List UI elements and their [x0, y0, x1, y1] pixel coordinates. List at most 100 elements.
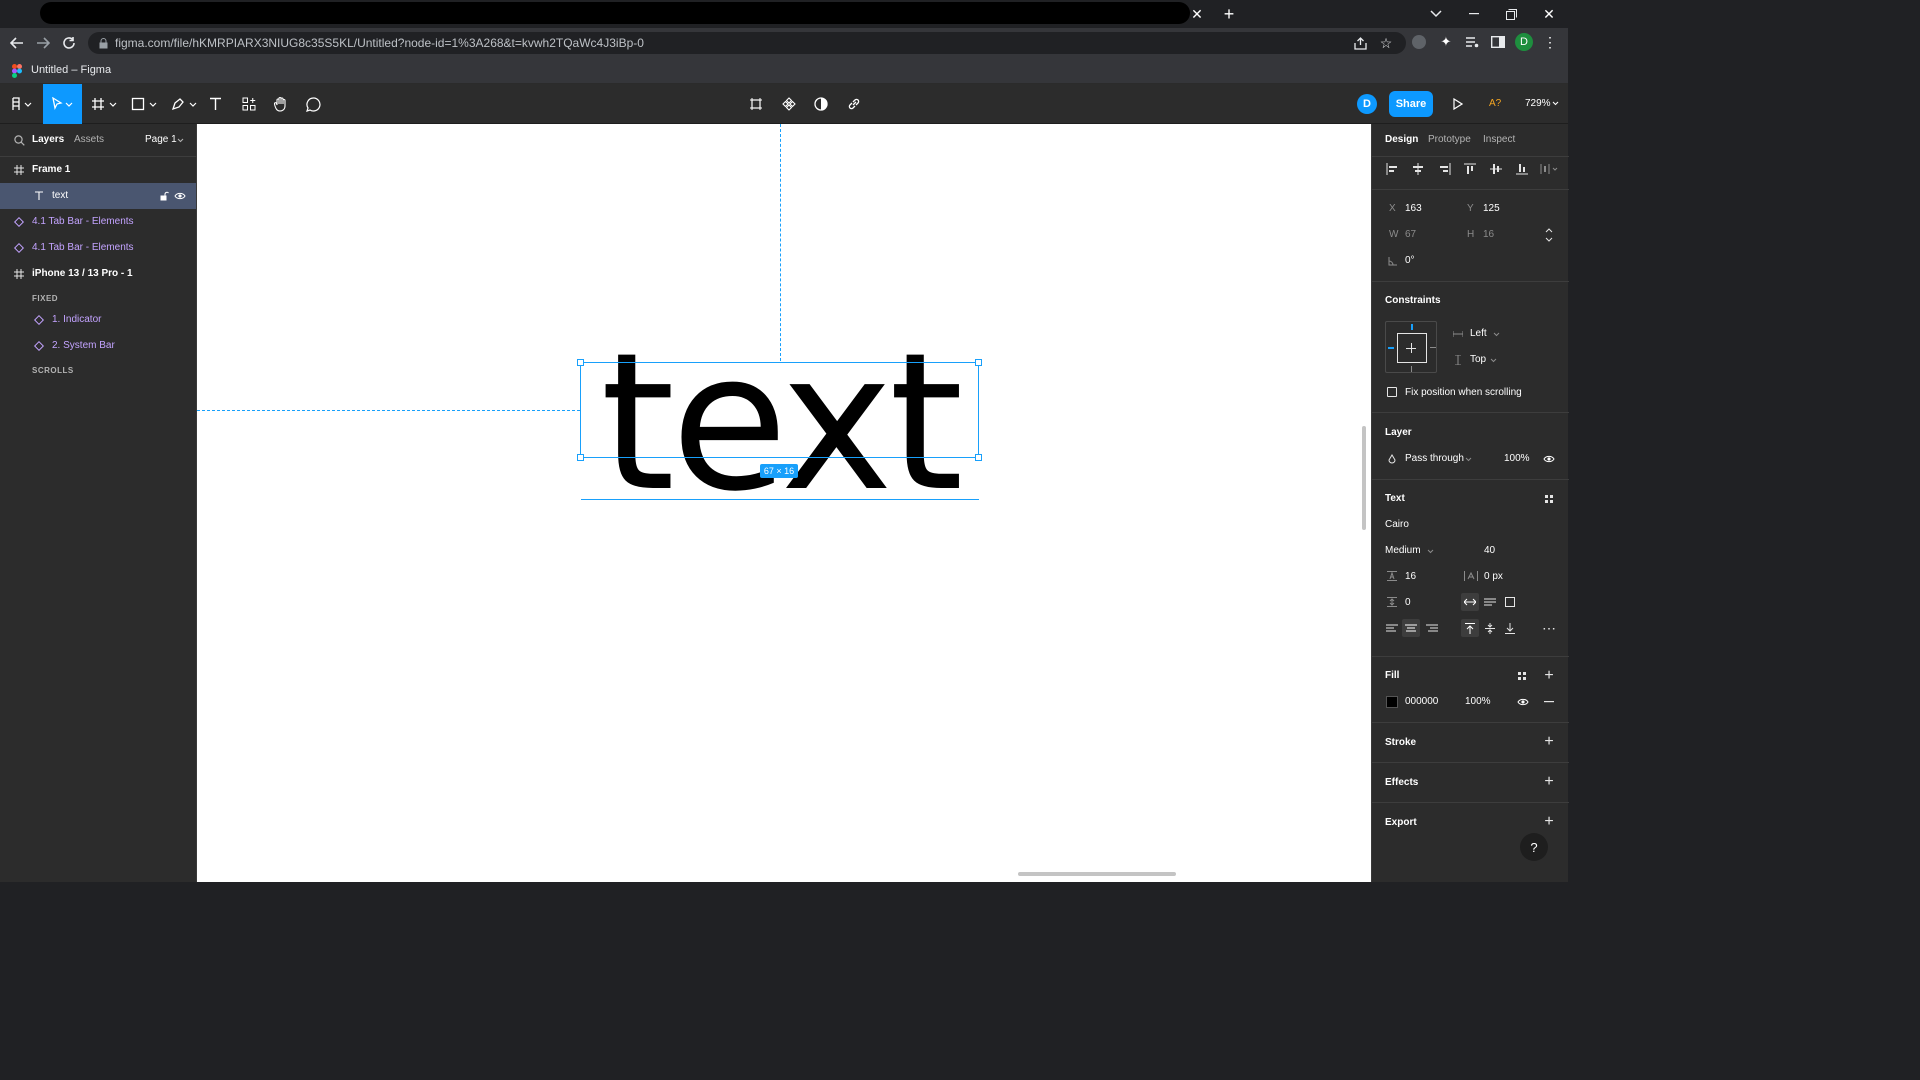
profile-avatar[interactable]: D: [1515, 33, 1533, 51]
constraint-right[interactable]: [1430, 347, 1436, 348]
fill-visibility-eye-icon[interactable]: [1516, 696, 1530, 708]
tab-design[interactable]: Design: [1385, 133, 1418, 147]
add-export-icon[interactable]: +: [1542, 813, 1556, 830]
align-center-horizontal-icon[interactable]: [1411, 162, 1425, 176]
new-tab-icon[interactable]: +: [1220, 4, 1238, 24]
vertical-align-middle-icon[interactable]: [1483, 622, 1497, 634]
align-right-icon[interactable]: [1438, 162, 1452, 176]
crop-icon[interactable]: [747, 94, 765, 114]
url-field[interactable]: figma.com/file/hKMRPIARX3NIUG8c35S5KL/Un…: [88, 32, 1406, 54]
fill-color-swatch[interactable]: [1386, 696, 1398, 708]
search-icon[interactable]: [13, 134, 25, 146]
frame-tool-icon[interactable]: [90, 94, 118, 114]
layer-row-tab-bar-2[interactable]: 4.1 Tab Bar - Elements: [0, 236, 196, 260]
restore-icon[interactable]: [1503, 6, 1519, 22]
back-icon[interactable]: [8, 34, 26, 52]
align-top-icon[interactable]: [1463, 162, 1477, 176]
side-panel-icon[interactable]: [1490, 34, 1506, 50]
tab-layers[interactable]: Layers: [32, 133, 64, 147]
line-height-input[interactable]: 16: [1405, 570, 1416, 584]
forward-icon[interactable]: [34, 34, 52, 52]
chevron-down-icon[interactable]: [1489, 357, 1497, 363]
missing-font-warning[interactable]: A?: [1489, 97, 1501, 111]
fill-hex-input[interactable]: 000000: [1405, 695, 1438, 709]
close-window-icon[interactable]: ✕: [1540, 5, 1558, 23]
vertical-align-top-button[interactable]: [1461, 619, 1479, 637]
more-options-icon[interactable]: ⋯: [1540, 620, 1558, 636]
x-input[interactable]: 163: [1405, 202, 1422, 216]
move-tool-button[interactable]: [43, 84, 82, 124]
tab-prototype[interactable]: Prototype: [1428, 133, 1471, 147]
w-input[interactable]: 67: [1405, 228, 1416, 242]
constraints-widget[interactable]: [1385, 321, 1437, 373]
chevron-down-icon[interactable]: [1464, 456, 1472, 462]
hand-tool-icon[interactable]: [272, 94, 290, 114]
puzzle-icon[interactable]: ✦: [1438, 34, 1454, 50]
layer-row-iphone-frame[interactable]: iPhone 13 / 13 Pro - 1: [0, 262, 196, 286]
page-chevron-icon[interactable]: [176, 137, 184, 143]
h-input[interactable]: 16: [1483, 228, 1494, 242]
rotation-input[interactable]: 0°: [1405, 254, 1415, 268]
reload-icon[interactable]: [60, 34, 78, 52]
fixed-size-icon[interactable]: [1503, 596, 1517, 608]
add-stroke-icon[interactable]: +: [1542, 733, 1556, 750]
add-effect-icon[interactable]: +: [1542, 773, 1556, 790]
page-selector[interactable]: Page 1: [145, 133, 177, 147]
resize-handle-top-right[interactable]: [975, 359, 982, 366]
zoom-chevron-icon[interactable]: [1551, 99, 1559, 107]
constraint-top[interactable]: [1411, 324, 1413, 330]
font-weight-select[interactable]: Medium: [1385, 544, 1421, 558]
align-center-vertical-icon[interactable]: [1489, 162, 1503, 176]
tab-search-icon[interactable]: [1428, 6, 1444, 22]
visibility-eye-icon[interactable]: [173, 190, 187, 202]
horizontal-constraint-select[interactable]: Left: [1470, 327, 1487, 341]
link-icon[interactable]: [845, 94, 863, 114]
resize-handle-top-left[interactable]: [577, 359, 584, 366]
share-button[interactable]: Share: [1389, 91, 1433, 117]
browser-menu-icon[interactable]: ⋮: [1542, 34, 1558, 50]
letter-spacing-input[interactable]: 0 px: [1484, 570, 1503, 584]
blend-mode-select[interactable]: Pass through: [1405, 452, 1464, 466]
font-family-select[interactable]: Cairo: [1385, 518, 1409, 532]
extension-icon[interactable]: [1412, 35, 1426, 49]
unlock-icon[interactable]: [158, 190, 170, 202]
bookmark-title[interactable]: Untitled – Figma: [31, 63, 111, 77]
distribute-icon[interactable]: [1539, 162, 1561, 176]
resize-handle-bottom-right[interactable]: [975, 454, 982, 461]
component-icon[interactable]: [780, 94, 798, 114]
text-align-center-button[interactable]: [1402, 619, 1420, 637]
collaborator-avatar[interactable]: D: [1357, 94, 1377, 114]
align-left-icon[interactable]: [1385, 162, 1399, 176]
fix-position-checkbox[interactable]: [1387, 387, 1397, 397]
layer-row-text[interactable]: text: [0, 183, 196, 209]
tab-inspect[interactable]: Inspect: [1483, 133, 1515, 147]
fill-opacity-input[interactable]: 100%: [1465, 695, 1491, 709]
vertical-align-bottom-icon[interactable]: [1503, 622, 1517, 634]
text-styles-grid-icon[interactable]: [1542, 492, 1556, 506]
bookmark-star-icon[interactable]: ☆: [1378, 35, 1394, 51]
y-input[interactable]: 125: [1483, 202, 1500, 216]
minimize-icon[interactable]: [1466, 6, 1482, 22]
chevron-down-icon[interactable]: [1492, 331, 1500, 337]
constraint-bottom[interactable]: [1411, 366, 1412, 372]
resize-to-fit-icon[interactable]: [1542, 227, 1556, 243]
mask-icon[interactable]: [812, 94, 830, 114]
main-menu-icon[interactable]: [8, 94, 34, 114]
layer-opacity-input[interactable]: 100%: [1504, 452, 1530, 466]
layer-row-system-bar[interactable]: 2. System Bar: [0, 334, 196, 358]
zoom-level[interactable]: 729%: [1525, 97, 1551, 111]
share-page-icon[interactable]: [1352, 35, 1368, 51]
vertical-constraint-select[interactable]: Top: [1470, 353, 1486, 367]
paragraph-spacing-input[interactable]: 0: [1405, 596, 1411, 610]
help-button[interactable]: ?: [1520, 833, 1548, 861]
auto-width-button[interactable]: [1461, 593, 1479, 611]
fill-styles-icon[interactable]: [1516, 670, 1528, 682]
chevron-down-icon[interactable]: [1426, 548, 1434, 554]
design-canvas[interactable]: text 67 × 16: [197, 124, 1371, 882]
pen-tool-icon[interactable]: [170, 94, 198, 114]
close-tab-icon[interactable]: ✕: [1190, 6, 1204, 22]
text-align-right-icon[interactable]: [1425, 622, 1439, 634]
layer-visibility-eye-icon[interactable]: [1542, 453, 1556, 465]
present-play-icon[interactable]: [1450, 95, 1466, 113]
align-bottom-icon[interactable]: [1515, 162, 1529, 176]
